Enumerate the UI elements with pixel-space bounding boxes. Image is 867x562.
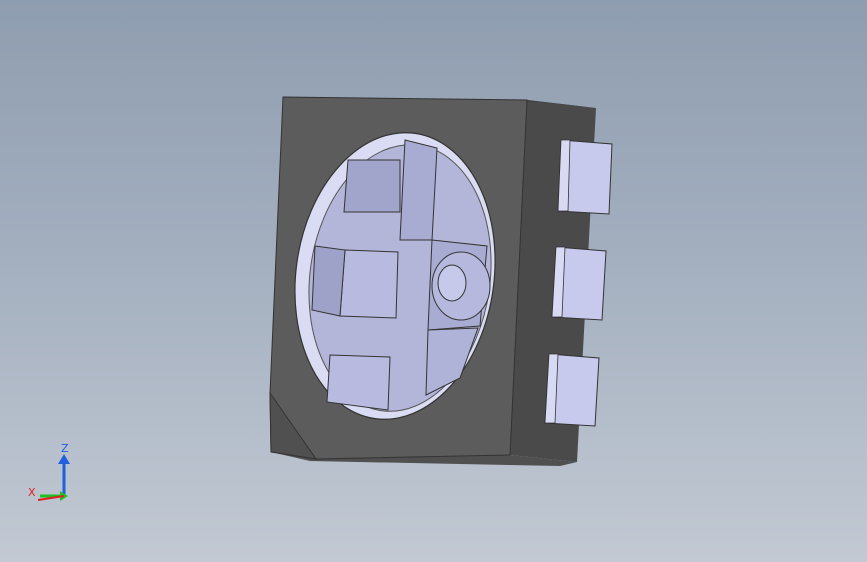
solder-pad-2 — [551, 246, 607, 321]
solder-pad-3 — [544, 353, 600, 427]
axis-triad: Z X — [22, 440, 78, 506]
z-axis-arrow — [58, 454, 70, 464]
center-via-inner — [437, 264, 467, 302]
3d-model-view[interactable] — [0, 0, 867, 562]
z-axis-label: Z — [61, 442, 69, 455]
graphics-viewport[interactable]: Z X — [0, 0, 867, 562]
solder-pad-1 — [557, 139, 613, 215]
x-axis-label: X — [28, 486, 36, 499]
